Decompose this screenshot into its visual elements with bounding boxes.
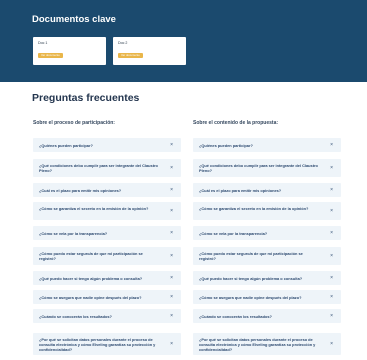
x-icon[interactable]: × <box>330 208 333 214</box>
faq-item[interactable]: ¿Cómo puedo estar seguro/a de que mi par… <box>33 247 181 265</box>
faq-question: ¿Quiénes pueden participar? <box>39 142 93 148</box>
faq-question: ¿Cómo se vela por la transparencia? <box>39 230 108 236</box>
faq-question: ¿Qué condiciones debo cumplir para ser i… <box>199 163 318 173</box>
faq-question: ¿Cómo se asegura que nadie opine después… <box>199 294 302 300</box>
x-icon[interactable]: × <box>170 313 173 319</box>
x-icon[interactable]: × <box>170 294 173 300</box>
x-icon[interactable]: × <box>170 275 173 281</box>
faq-item[interactable]: ¿Qué condiciones debo cumplir para ser i… <box>33 159 181 177</box>
faq-column-heading: Sobre el proceso de participación: <box>33 120 115 126</box>
faq-question: ¿Cómo puedo estar seguro/a de que mi par… <box>199 251 303 261</box>
x-icon[interactable]: × <box>170 142 173 148</box>
x-icon[interactable]: × <box>330 294 333 300</box>
document-card: Doc 1 Ver documento <box>33 37 106 65</box>
faq-column-heading: Sobre el contenido de la propuesta: <box>193 120 279 126</box>
faq-item[interactable]: ¿Cuándo se conocerán los resultados? × <box>33 309 181 323</box>
faq-item[interactable]: ¿Por qué se solicitan datos personales d… <box>193 333 341 355</box>
x-icon[interactable]: × <box>330 165 333 171</box>
faq-item[interactable]: ¿Cuándo se conocerán los resultados? × <box>193 309 341 323</box>
x-icon[interactable]: × <box>170 187 173 193</box>
faq-question: ¿Qué puedo hacer si tengo algún problema… <box>39 275 143 281</box>
key-documents-title: Documentos clave <box>32 14 116 25</box>
faq-item[interactable]: ¿Cómo puedo estar seguro/a de que mi par… <box>193 247 341 265</box>
view-document-button[interactable]: Ver documento <box>118 53 143 58</box>
faq-question: ¿Qué puedo hacer si tengo algún problema… <box>199 275 303 281</box>
faq-item[interactable]: ¿Cómo se vela por la transparencia? × <box>33 226 181 240</box>
faq-item[interactable]: ¿Cómo se garantiza el secreto en la emis… <box>193 202 341 220</box>
key-documents-section: Documentos clave Doc 1 Ver documento Doc… <box>0 0 367 82</box>
x-icon[interactable]: × <box>330 142 333 148</box>
x-icon[interactable]: × <box>170 208 173 214</box>
view-document-button[interactable]: Ver documento <box>38 53 63 58</box>
faq-item[interactable]: ¿Por qué se solicitan datos personales d… <box>33 333 181 355</box>
x-icon[interactable]: × <box>330 341 333 347</box>
faq-item[interactable]: ¿Qué puedo hacer si tengo algún problema… <box>33 271 181 285</box>
x-icon[interactable]: × <box>330 275 333 281</box>
x-icon[interactable]: × <box>330 230 333 236</box>
faq-item[interactable]: ¿Qué condiciones debo cumplir para ser i… <box>193 159 341 177</box>
faq-question: ¿Cómo se garantiza el secreto en la emis… <box>39 206 149 211</box>
faq-item[interactable]: ¿Quiénes pueden participar? × <box>193 138 341 152</box>
x-icon[interactable]: × <box>170 341 173 347</box>
faq-item[interactable]: ¿Cómo se asegura que nadie opine después… <box>193 290 341 304</box>
faq-question: ¿Cuál es el plazo para emitir mis opinio… <box>199 187 282 193</box>
faq-question: ¿Qué condiciones debo cumplir para ser i… <box>39 163 158 173</box>
x-icon[interactable]: × <box>170 165 173 171</box>
x-icon[interactable]: × <box>330 253 333 259</box>
x-icon[interactable]: × <box>330 187 333 193</box>
faq-list-content: ¿Quiénes pueden participar? × ¿Qué condici… <box>193 135 341 360</box>
document-card: Doc 2 Ver documento <box>113 37 186 65</box>
faq-question: ¿Cuál es el plazo para emitir mis opinio… <box>39 187 122 193</box>
faq-question: ¿Cómo se vela por la transparencia? <box>199 230 268 236</box>
faq-question: ¿Quiénes pueden participar? <box>199 142 253 148</box>
faq-item[interactable]: ¿Cómo se asegura que nadie opine después… <box>33 290 181 304</box>
faq-question: ¿Cuándo se conocerán los resultados? <box>199 313 272 319</box>
faq-item[interactable]: ¿Cuál es el plazo para emitir mis opinio… <box>193 183 341 197</box>
faq-question: ¿Por qué se solicitan datos personales d… <box>199 336 316 352</box>
document-name: Doc 2 <box>118 41 128 45</box>
faq-item[interactable]: ¿Quiénes pueden participar? × <box>33 138 181 152</box>
faq-question: ¿Cómo puedo estar seguro/a de que mi par… <box>39 251 143 261</box>
faq-list-process: ¿Quiénes pueden participar? × ¿Qué condici… <box>33 135 181 360</box>
x-icon[interactable]: × <box>330 313 333 319</box>
faq-item[interactable]: ¿Cómo se vela por la transparencia? × <box>193 226 341 240</box>
faq-item[interactable]: ¿Qué puedo hacer si tengo algún problema… <box>193 271 341 285</box>
faq-item[interactable]: ¿Cuál es el plazo para emitir mis opinio… <box>33 183 181 197</box>
x-icon[interactable]: × <box>170 253 173 259</box>
faq-question: ¿Cuándo se conocerán los resultados? <box>39 313 112 319</box>
faq-title: Preguntas frecuentes <box>32 92 140 104</box>
faq-item[interactable]: ¿Cómo se garantiza el secreto en la emis… <box>33 202 181 220</box>
faq-question: ¿Cómo se garantiza el secreto en la emis… <box>199 206 309 211</box>
faq-question: ¿Por qué se solicitan datos personales d… <box>39 336 156 352</box>
x-icon[interactable]: × <box>170 230 173 236</box>
faq-question: ¿Cómo se asegura que nadie opine después… <box>39 294 142 300</box>
document-name: Doc 1 <box>38 41 48 45</box>
